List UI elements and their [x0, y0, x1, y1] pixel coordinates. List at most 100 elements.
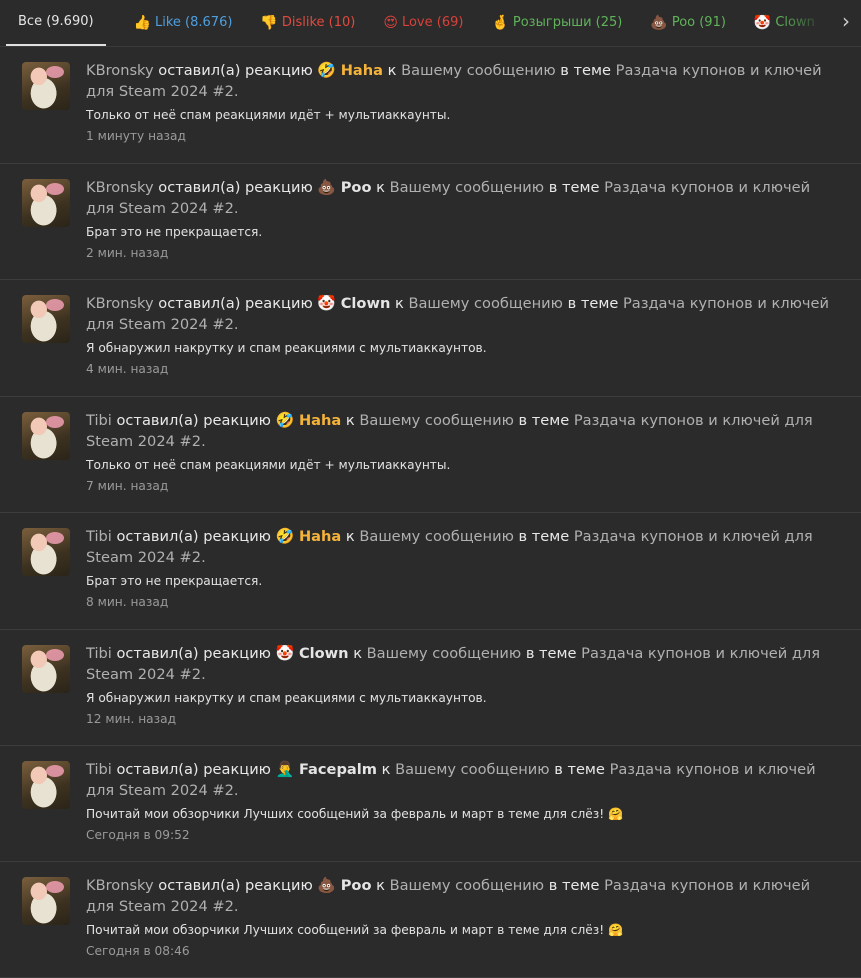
your-message-link[interactable]: Вашему сообщению	[359, 412, 514, 429]
tab-love[interactable]: 😍 Love (69)	[383, 0, 463, 46]
user-avatar[interactable]	[22, 645, 70, 693]
username-link[interactable]: KBronsky	[86, 295, 154, 312]
message-snippet: Брат это не прекращается.	[86, 574, 263, 588]
in-thread-text: в теме	[554, 761, 605, 778]
reaction-emoji-icon: 🤣	[275, 411, 295, 429]
in-thread-text: в теме	[518, 528, 570, 545]
reaction-emoji-icon: 🤦‍♂️	[275, 760, 295, 778]
your-message-link[interactable]: Вашему сообщению	[408, 295, 563, 312]
tab-poo[interactable]: 💩 Poo (91)	[650, 0, 726, 46]
left-reaction-text: оставил(а) реакцию	[158, 179, 313, 196]
sentence-dot: .	[233, 782, 239, 799]
user-avatar[interactable]	[22, 877, 70, 925]
user-avatar[interactable]	[22, 412, 70, 460]
your-message-link[interactable]: Вашему сообщению	[359, 528, 514, 545]
your-message-link[interactable]: Вашему сообщению	[401, 62, 556, 79]
giveaways-emoji-icon: 🤞	[491, 15, 509, 31]
your-message-link[interactable]: Вашему сообщению	[367, 645, 522, 662]
poo-emoji-icon: 💩	[650, 15, 668, 31]
message-snippet: Я обнаружил накрутку и спам реакциями с …	[86, 341, 487, 355]
alert-text: KBronsky оставил(а) реакцию 💩 Poo к Ваше…	[86, 177, 841, 219]
user-avatar[interactable]	[22, 179, 70, 227]
in-thread-text: в теме	[548, 179, 600, 196]
username-link[interactable]: KBronsky	[86, 179, 154, 196]
tabs-next-arrow-icon[interactable]: ›	[837, 8, 855, 36]
user-avatar[interactable]	[22, 295, 70, 343]
in-thread-text: в теме	[560, 62, 611, 79]
in-thread-text: в теме	[525, 645, 577, 662]
sentence-dot: .	[233, 83, 239, 100]
left-reaction-text: оставил(а) реакцию	[158, 877, 313, 894]
username-link[interactable]: Tibi	[86, 412, 112, 429]
reaction-name: Poo	[340, 179, 372, 196]
in-thread-text: в теме	[567, 295, 619, 312]
message-snippet: Только от неё спам реакциями идёт + муль…	[86, 458, 451, 472]
love-emoji-icon: 😍	[383, 15, 398, 31]
user-avatar[interactable]	[22, 62, 70, 110]
reaction-name: Facepalm	[298, 761, 377, 778]
left-reaction-text: оставил(а) реакцию	[158, 295, 313, 312]
your-message-link[interactable]: Вашему сообщению	[390, 877, 545, 894]
reaction-emoji-icon: 🤡	[317, 294, 337, 312]
message-snippet: Почитай мои обзорчики Лучших сообщений з…	[86, 923, 624, 937]
alert-timestamp: 1 минуту назад	[86, 129, 186, 143]
sentence-dot: .	[201, 666, 206, 683]
alert-item: KBronsky оставил(а) реакцию 🤡 Clown к Ва…	[0, 280, 861, 397]
your-message-link[interactable]: Вашему сообщению	[390, 179, 545, 196]
reaction-name: Clown	[298, 645, 349, 662]
username-link[interactable]: Tibi	[86, 645, 112, 662]
to-text: к	[381, 761, 391, 778]
tab-label: Like (8.676)	[155, 15, 233, 30]
reaction-name: Haha	[340, 62, 384, 79]
reaction-name: Haha	[298, 528, 342, 545]
reaction-emoji-icon: 💩	[317, 876, 337, 894]
alert-item: Tibi оставил(а) реакцию 🤣 Haha к Вашему …	[0, 513, 861, 630]
to-text: к	[376, 877, 385, 894]
sentence-dot: .	[201, 433, 206, 450]
alert-item: KBronsky оставил(а) реакцию 💩 Poo к Ваше…	[0, 164, 861, 280]
alert-text: Tibi оставил(а) реакцию 🤣 Haha к Вашему …	[86, 410, 841, 452]
sentence-dot: .	[233, 898, 239, 915]
username-link[interactable]: Tibi	[86, 528, 112, 545]
reaction-emoji-icon: 💩	[317, 178, 337, 196]
your-message-link[interactable]: Вашему сообщению	[395, 761, 550, 778]
reaction-emoji-icon: 🤣	[275, 527, 295, 545]
to-text: к	[353, 645, 363, 662]
alert-timestamp: 7 мин. назад	[86, 479, 169, 493]
tab-label: Poo (91)	[671, 15, 726, 30]
clown-emoji-icon: 🤡	[753, 15, 772, 31]
message-snippet: Только от неё спам реакциями идёт + муль…	[86, 108, 451, 122]
in-thread-text: в теме	[518, 412, 570, 429]
alert-timestamp: Сегодня в 08:46	[86, 944, 190, 958]
tab-dislike[interactable]: 👎 Dislike (10)	[260, 0, 355, 46]
alerts-list: KBronsky оставил(а) реакцию 🤣 Haha к Ваш…	[0, 46, 861, 978]
alert-timestamp: 2 мин. назад	[86, 246, 169, 260]
like-emoji-icon: 👍	[133, 15, 151, 31]
username-link[interactable]: KBronsky	[86, 62, 154, 79]
left-reaction-text: оставил(а) реакцию	[116, 761, 271, 778]
left-reaction-text: оставил(а) реакцию	[158, 62, 313, 79]
sentence-dot: .	[201, 549, 206, 566]
to-text: к	[387, 62, 397, 79]
in-thread-text: в теме	[548, 877, 600, 894]
user-avatar[interactable]	[22, 528, 70, 576]
tab-all[interactable]: Все (9.690)	[6, 0, 106, 46]
reaction-name: Haha	[298, 412, 342, 429]
alert-item: Tibi оставил(а) реакцию 🤦‍♂️ Facepalm к …	[0, 746, 861, 862]
alert-text: KBronsky оставил(а) реакцию 💩 Poo к Ваше…	[86, 875, 841, 917]
to-text: к	[345, 528, 355, 545]
alert-timestamp: 12 мин. назад	[86, 712, 177, 726]
username-link[interactable]: KBronsky	[86, 877, 154, 894]
user-avatar[interactable]	[22, 761, 70, 809]
tab-label: Все (9.690)	[18, 14, 94, 29]
username-link[interactable]: Tibi	[86, 761, 112, 778]
to-text: к	[376, 179, 385, 196]
tab-like[interactable]: 👍 Like (8.676)	[134, 0, 233, 46]
tab-giveaways[interactable]: 🤞 Розыгрыши (25)	[491, 0, 622, 46]
left-reaction-text: оставил(а) реакцию	[116, 412, 271, 429]
alert-item: Tibi оставил(а) реакцию 🤣 Haha к Вашему …	[0, 397, 861, 513]
alert-text: KBronsky оставил(а) реакцию 🤣 Haha к Ваш…	[86, 60, 841, 102]
tab-label: Dislike (10)	[281, 15, 356, 30]
alert-timestamp: Сегодня в 09:52	[86, 828, 190, 842]
to-text: к	[394, 295, 404, 312]
